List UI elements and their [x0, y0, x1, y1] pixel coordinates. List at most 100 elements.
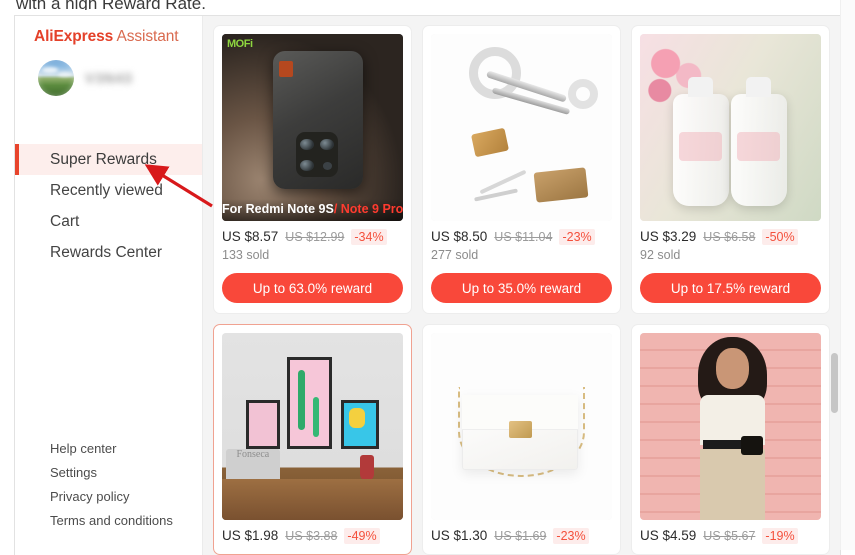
footer-link-settings[interactable]: Settings — [50, 461, 202, 485]
product-card[interactable]: US $4.59 US $5.67 -19% — [631, 324, 830, 555]
product-grid-area: MOFi For Redmi Note 9S/ Note 9 Pro US $8… — [203, 16, 840, 555]
price-row: US $3.29 US $6.58 -50% — [640, 229, 821, 245]
model-skirt — [699, 448, 765, 520]
user-profile[interactable]: V3N43 — [15, 46, 202, 96]
discount-badge: -19% — [762, 528, 798, 544]
price-original: US $6.58 — [703, 230, 756, 244]
product-image: MOFi For Redmi Note 9S/ Note 9 Pro — [222, 34, 403, 221]
cactus-art — [312, 396, 319, 437]
discount-badge: -23% — [553, 528, 589, 544]
sidebar-item-label: Recently viewed — [50, 181, 163, 199]
footer-link-terms-and-conditions[interactable]: Terms and conditions — [50, 509, 202, 533]
sidebar-item-label: Super Rewards — [50, 150, 157, 168]
case-shape — [272, 50, 364, 190]
product-card[interactable]: Fonseca US $1.98 US $3.88 -49% — [213, 324, 412, 555]
sidebar-item-label: Rewards Center — [50, 243, 162, 261]
reward-button[interactable]: Up to 35.0% reward — [431, 273, 612, 303]
assistant-panel: AliExpress Assistant V3N43 Super Rewards… — [14, 15, 841, 555]
pineapple-art — [348, 407, 365, 428]
price-row: US $8.50 US $11.04 -23% — [431, 229, 612, 245]
price-current: US $4.59 — [640, 528, 697, 543]
price-original: US $1.69 — [494, 529, 547, 543]
wall-art-posters-icon: Fonseca — [222, 333, 403, 520]
product-image — [431, 34, 612, 221]
price-current: US $1.98 — [222, 528, 279, 543]
reward-button[interactable]: Up to 17.5% reward — [640, 273, 821, 303]
discount-badge: -50% — [762, 229, 798, 245]
product-image-caption: For Redmi Note 9S/ Note 9 Pro — [222, 199, 403, 221]
sidebar-item-recently-viewed[interactable]: Recently viewed — [15, 175, 202, 206]
poster-frame — [287, 357, 333, 449]
brand-logo: AliExpress Assistant — [15, 16, 202, 46]
discount-badge: -49% — [344, 528, 380, 544]
price-row: US $4.59 US $5.67 -19% — [640, 528, 821, 544]
page-cutoff-heading-text: with a high Reward Rate. — [16, 0, 206, 10]
sidebar-item-label: Cart — [50, 212, 80, 230]
sold-count: 277 sold — [431, 248, 479, 262]
fashion-model-icon — [640, 333, 821, 520]
product-image — [640, 333, 821, 520]
model-face — [716, 347, 749, 390]
discount-badge: -23% — [559, 229, 595, 245]
username-blurred: V3N43 — [85, 70, 133, 86]
caption-accent: / Note 9 Pro — [333, 202, 403, 216]
image-watermark: Fonseca — [236, 448, 270, 460]
dental-tool-kit-icon — [431, 34, 612, 221]
avatar — [38, 60, 74, 96]
tool-handle — [567, 78, 598, 109]
sidebar-footer-links: Help center Settings Privacy policy Term… — [15, 437, 202, 555]
price-current: US $8.50 — [431, 229, 488, 244]
bag-lock-icon — [508, 420, 532, 438]
bottle-shape — [672, 76, 729, 207]
cactus-art — [298, 370, 306, 431]
white-chain-handbag-icon — [431, 333, 612, 520]
brand-ali: Ali — [34, 28, 54, 45]
sidebar-nav: Super Rewards Recently viewed Cart Rewar… — [15, 144, 202, 268]
price-original: US $3.88 — [285, 529, 338, 543]
bottle-shape — [730, 76, 787, 207]
price-original: US $5.67 — [703, 529, 756, 543]
product-card[interactable]: US $8.50 US $11.04 -23% 277 sold Up to 3… — [422, 25, 621, 314]
product-image-brand: MOFi — [227, 38, 253, 50]
caption-main: For Redmi Note 9S — [222, 202, 334, 216]
product-card[interactable]: MOFi For Redmi Note 9S/ Note 9 Pro US $8… — [213, 25, 412, 314]
phone-case-icon: MOFi For Redmi Note 9S/ Note 9 Pro — [222, 34, 403, 221]
wooden-box-shape — [533, 167, 589, 204]
price-original: US $11.04 — [494, 230, 553, 244]
reward-button[interactable]: Up to 63.0% reward — [222, 273, 403, 303]
price-current: US $3.29 — [640, 229, 697, 244]
product-image — [640, 34, 821, 221]
price-original: US $12.99 — [285, 230, 345, 244]
price-row: US $1.30 US $1.69 -23% — [431, 528, 612, 544]
sidebar-item-super-rewards[interactable]: Super Rewards — [15, 144, 202, 175]
sidebar-item-rewards-center[interactable]: Rewards Center — [15, 237, 202, 268]
product-image: Fonseca — [222, 333, 403, 520]
content-scrollbar[interactable] — [831, 20, 838, 550]
brand-assistant: Assistant — [113, 28, 179, 45]
model-purse — [741, 435, 764, 455]
footer-link-help-center[interactable]: Help center — [50, 437, 202, 461]
price-row: US $8.57 US $12.99 -34% — [222, 229, 403, 245]
content-scrollbar-thumb[interactable] — [831, 353, 838, 413]
camera-module-icon — [296, 132, 338, 177]
price-row: US $1.98 US $3.88 -49% — [222, 528, 403, 544]
sidebar: AliExpress Assistant V3N43 Super Rewards… — [15, 16, 203, 555]
discount-badge: -34% — [351, 229, 387, 245]
page-scrollbar[interactable] — [840, 0, 855, 550]
sold-count: 92 sold — [640, 248, 681, 262]
gold-card-shape — [470, 127, 509, 158]
brand-express: Express — [53, 28, 114, 45]
price-current: US $1.30 — [431, 528, 488, 543]
product-image — [431, 333, 612, 520]
baby-bottles-icon — [640, 34, 821, 221]
product-card[interactable]: US $3.29 US $6.58 -50% 92 sold Up to 17.… — [631, 25, 830, 314]
footer-link-privacy-policy[interactable]: Privacy policy — [50, 485, 202, 509]
poster-frame — [245, 400, 280, 449]
product-grid: MOFi For Redmi Note 9S/ Note 9 Pro US $8… — [213, 25, 830, 555]
table-shape — [222, 478, 403, 520]
sold-count: 133 sold — [222, 248, 270, 262]
case-logo-icon — [278, 60, 293, 77]
product-card[interactable]: US $1.30 US $1.69 -23% — [422, 324, 621, 555]
sidebar-item-cart[interactable]: Cart — [15, 206, 202, 237]
